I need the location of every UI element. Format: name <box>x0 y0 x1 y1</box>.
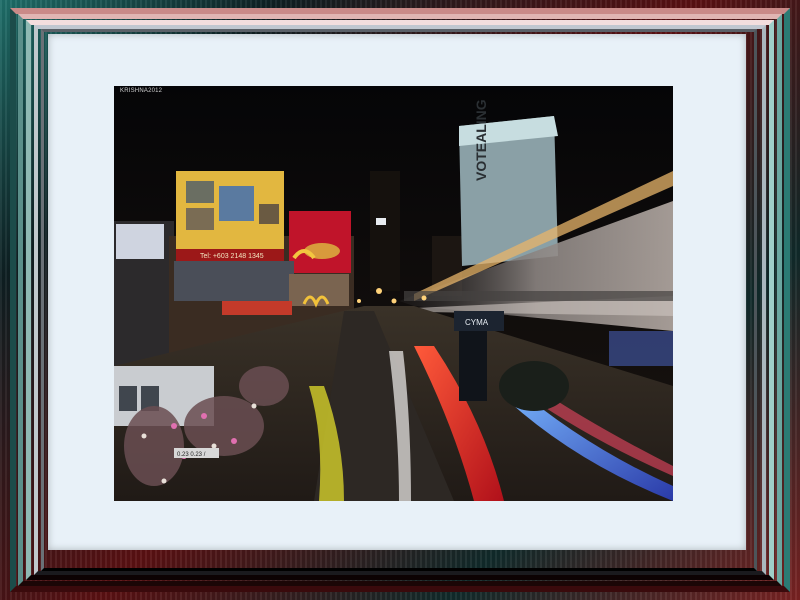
sign-pillar <box>459 331 487 401</box>
billboard-panel <box>219 186 254 221</box>
left-billboard <box>116 224 164 259</box>
tower-sign-text: VOTEALING <box>473 99 489 181</box>
street-building-sign <box>174 261 294 301</box>
photo-scene: VOTEALING Tel: +603 2148 1345 0.23 0.23 … <box>114 86 673 501</box>
dark-tower <box>370 171 400 291</box>
street-sign-text: 0.23 0.23 / <box>177 452 206 458</box>
red-food-billboard <box>289 211 351 273</box>
shop-awning <box>222 301 292 315</box>
kiosk-window <box>119 386 137 411</box>
billboard-panel <box>259 204 279 224</box>
city-night-photo: VOTEALING Tel: +603 2148 1345 0.23 0.23 … <box>114 86 673 501</box>
billboard-panel <box>186 181 214 203</box>
billboard-phone-text: Tel: +603 2148 1345 <box>200 253 264 260</box>
right-storefront <box>609 331 673 366</box>
cyma-sign-text: CYMA <box>465 318 489 327</box>
tower-light <box>376 218 386 225</box>
tree-silhouette <box>499 361 569 411</box>
billboard-panel <box>186 208 214 230</box>
monorail-track <box>404 291 673 301</box>
photo-watermark: KRISHNA2012 <box>120 88 163 94</box>
